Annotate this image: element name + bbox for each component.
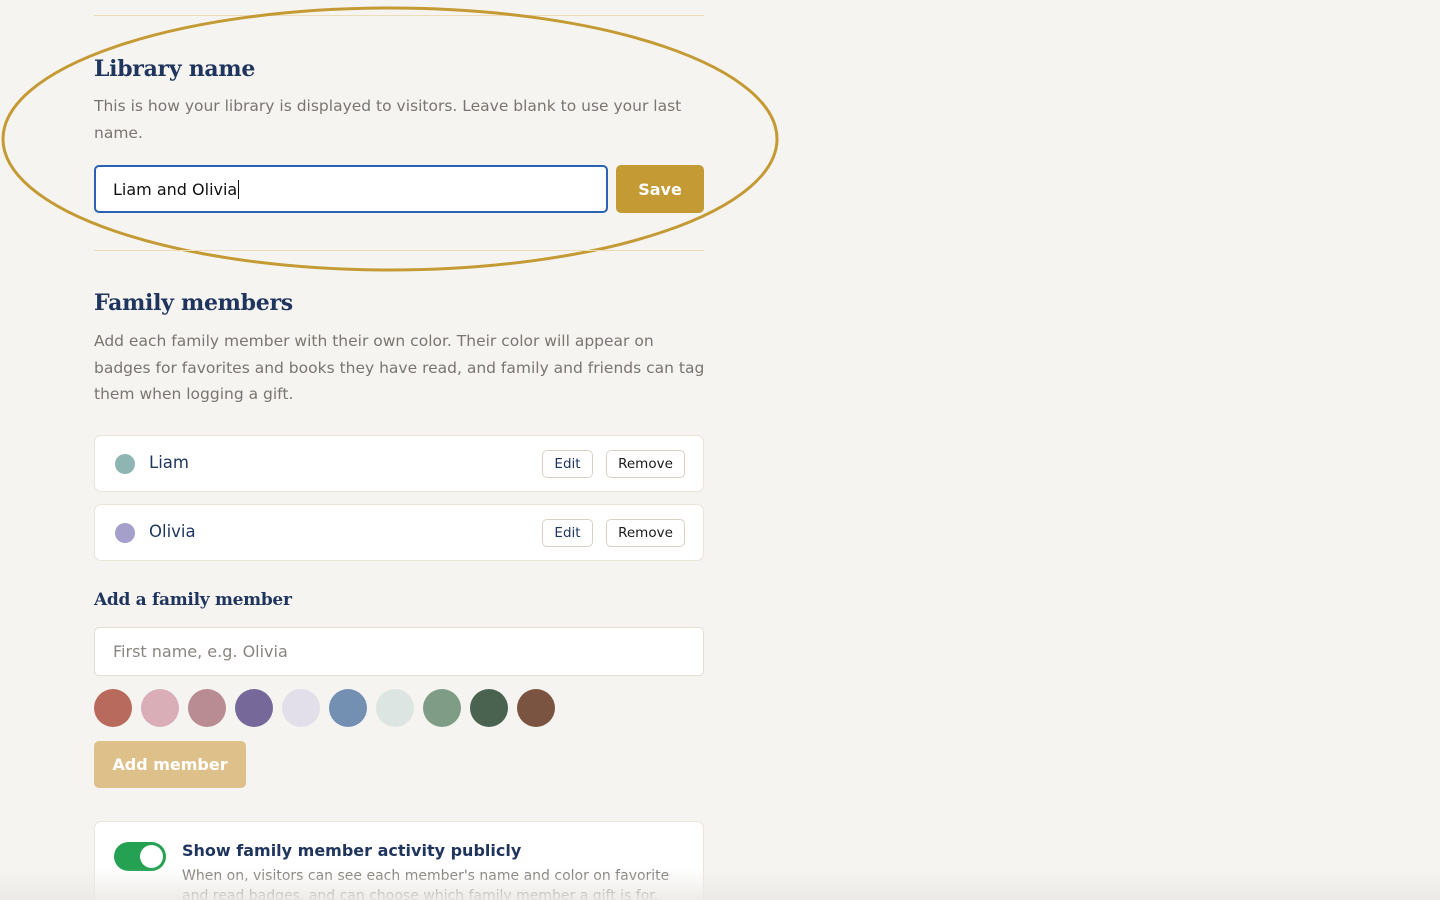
- color-swatch[interactable]: [235, 689, 273, 727]
- member-row-olivia: Olivia Edit Remove: [94, 504, 704, 561]
- add-member-button[interactable]: Add member: [94, 741, 246, 788]
- color-swatch[interactable]: [188, 689, 226, 727]
- family-members-description: Add each family member with their own co…: [94, 332, 705, 403]
- member-name: Liam: [149, 453, 189, 472]
- library-name-value: Liam and Olivia: [113, 179, 238, 199]
- color-swatch[interactable]: [517, 689, 555, 727]
- member-row-liam: Liam Edit Remove: [94, 435, 704, 492]
- member-name: Olivia: [149, 522, 196, 541]
- add-member-title: Add a family member: [94, 590, 292, 610]
- public-activity-card: Show family member activity publicly Whe…: [94, 821, 704, 900]
- public-activity-title: Show family member activity publicly: [182, 841, 522, 860]
- remove-member-button[interactable]: Remove: [606, 450, 685, 478]
- divider: [94, 250, 704, 251]
- member-name-input[interactable]: [94, 627, 704, 676]
- edit-member-button[interactable]: Edit: [542, 450, 593, 478]
- color-swatch[interactable]: [329, 689, 367, 727]
- color-swatch[interactable]: [470, 689, 508, 727]
- settings-page: Library name This is how your library is…: [0, 0, 1440, 900]
- color-swatch-picker: [94, 689, 564, 727]
- public-activity-description: When on, visitors can see each member's …: [182, 868, 670, 900]
- family-members-title: Family members: [94, 290, 293, 316]
- text-caret: [238, 179, 240, 199]
- library-name-title: Library name: [94, 56, 256, 82]
- member-color-dot: [115, 454, 135, 474]
- color-swatch[interactable]: [282, 689, 320, 727]
- member-color-dot: [115, 523, 135, 543]
- library-name-description: This is how your library is displayed to…: [94, 97, 682, 142]
- public-activity-toggle[interactable]: [114, 842, 166, 871]
- divider: [94, 15, 704, 16]
- toggle-knob: [140, 845, 163, 868]
- edit-member-button[interactable]: Edit: [542, 519, 593, 547]
- remove-member-button[interactable]: Remove: [606, 519, 685, 547]
- save-button[interactable]: Save: [616, 165, 704, 213]
- color-swatch[interactable]: [94, 689, 132, 727]
- color-swatch[interactable]: [423, 689, 461, 727]
- color-swatch[interactable]: [376, 689, 414, 727]
- color-swatch[interactable]: [141, 689, 179, 727]
- library-name-input[interactable]: Liam and Olivia: [94, 165, 608, 213]
